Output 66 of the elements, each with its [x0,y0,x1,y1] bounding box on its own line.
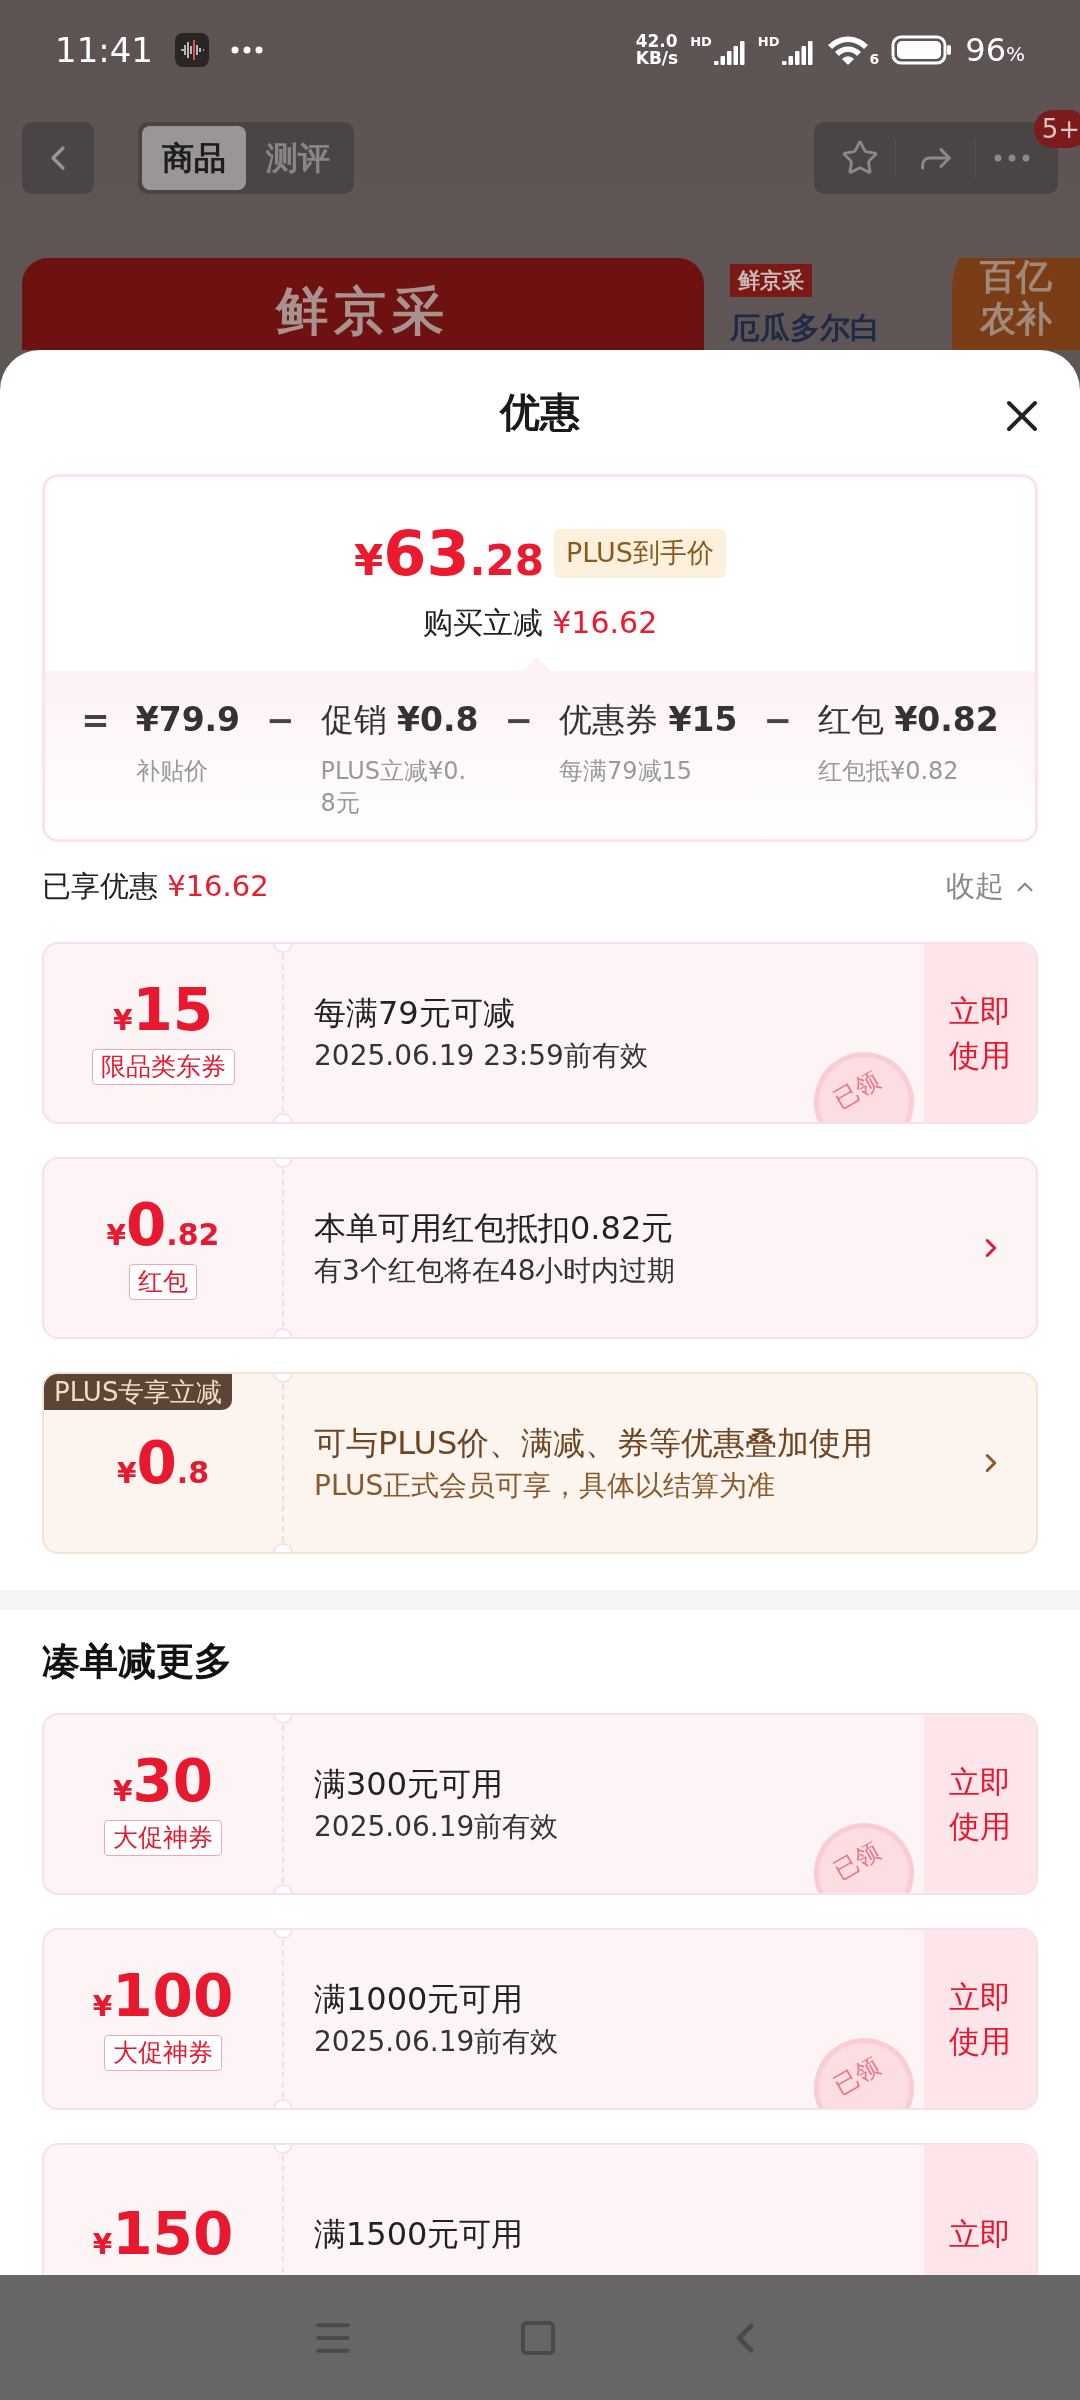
coupon-title: 满300元可用 [314,1764,505,1805]
coupon-amount: ¥100 [92,1967,234,2025]
coupon-amount: ¥0.82 [106,1196,220,1254]
coupon-tag: 红包 [129,1264,197,1300]
coupon-title: 每满79元可减 [314,993,516,1034]
coupon-amount: ¥30 [112,1752,214,1810]
clock-time: 11:41 [55,28,153,72]
coupon-title: 可与PLUS价、满减、券等优惠叠加使用 [314,1423,875,1464]
coupon-title: 满1000元可用 [314,1979,525,2020]
brand-logo: 鲜京采 [730,264,812,297]
use-now-button[interactable]: 立即使用 [924,1715,1036,1893]
sheet-title: 优惠 [500,388,580,437]
use-now-button[interactable]: 立即使用 [924,944,1036,1122]
coupon-subtitle: 2025.06.19 23:59前有效 [314,1038,649,1074]
more-icon [231,46,263,54]
product-name: 厄瓜多尔白 [730,309,880,347]
coupon-card[interactable]: ¥150 满1500元可用 立即 [42,2143,1038,2275]
page-tab[interactable]: 商品 [142,126,246,190]
more-icon [994,154,1030,162]
operator-sign: = [81,699,110,742]
star-icon [840,139,879,177]
operator-sign: − [504,699,533,742]
coupon-card[interactable]: ¥100 大促神券 满1000元可用 2025.06.19前有效 已领 立即使用 [42,1928,1038,2110]
coupon-card[interactable]: ¥15 限品类东券 每满79元可减 2025.06.19 23:59前有效 已领 立即使用 [42,942,1038,1124]
coupon-card[interactable]: PLUS专享立减 ¥0.8 可与PLUS价、满减、券等优惠叠加使用 PLUS正式会员可享，具体以结算为准 [42,1372,1038,1554]
back-button[interactable] [22,122,94,194]
promo-badge: 百亿 农补 [952,258,1080,350]
final-price: ¥63.28 [354,516,544,592]
price-term: ¥79.9 [135,699,241,741]
term-note: 红包抵¥0.82 [817,756,959,787]
operator-sign: − [763,699,792,742]
notification-badge: 5+ [1033,110,1080,148]
price-tag: PLUS到手价 [554,529,726,578]
term-note: 补贴价 [135,756,208,787]
battery-icon [891,35,954,65]
coupon-subtitle: 2025.06.19前有效 [314,2024,560,2060]
price-term: 促销 ¥0.8 [320,699,479,741]
term-note: PLUS立减¥0.8元 [320,756,468,819]
coupon-subtitle: PLUS正式会员可享，具体以结算为准 [314,1468,777,1504]
price-term: 红包 ¥0.82 [817,699,999,741]
price-term: 优惠券 ¥15 [559,699,738,741]
applied-discount: 已享优惠 ¥16.62 [42,868,269,906]
banner-title: 鲜京采 [276,280,450,343]
recorder-app-icon [175,33,209,67]
plus-ribbon: PLUS专享立减 [44,1374,233,1410]
coupon-card[interactable]: ¥30 大促神券 满300元可用 2025.06.19前有效 已领 立即使用 [42,1713,1038,1895]
use-now-button[interactable]: 立即使用 [924,1930,1036,2108]
coupon-card[interactable]: ¥0.82 红包 本单可用红包抵扣0.82元 有3个红包将在48小时内过期 [42,1157,1038,1339]
saving-text: 购买立减 ¥16.62 [422,604,658,642]
coupon-amount: ¥15 [112,981,214,1039]
section-title: 凑单减更多 [42,1638,233,1685]
coupon-subtitle: 2025.06.19前有效 [314,1809,560,1845]
coupon-tag: 限品类东券 [91,1049,235,1085]
term-note: 每满79减15 [559,756,693,787]
coupon-title: 满1500元可用 [314,2214,525,2255]
coupon-title: 本单可用红包抵扣0.82元 [314,1208,675,1249]
coupon-tag: 大促神券 [104,1820,222,1856]
coupon-amount: ¥0.8 [116,1434,210,1492]
coupon-amount: ¥150 [92,2205,234,2263]
use-now-button[interactable]: 立即 [924,2145,1036,2275]
operator-sign: − [266,699,295,742]
coupon-subtitle: 有3个红包将在48小时内过期 [314,1253,677,1289]
coupon-tag: 大促神券 [104,2035,222,2071]
battery-level: 96% [965,30,1025,71]
network-speed: 42.0 KB/s [635,33,679,67]
collapse-toggle[interactable]: 收起 [946,865,1038,909]
